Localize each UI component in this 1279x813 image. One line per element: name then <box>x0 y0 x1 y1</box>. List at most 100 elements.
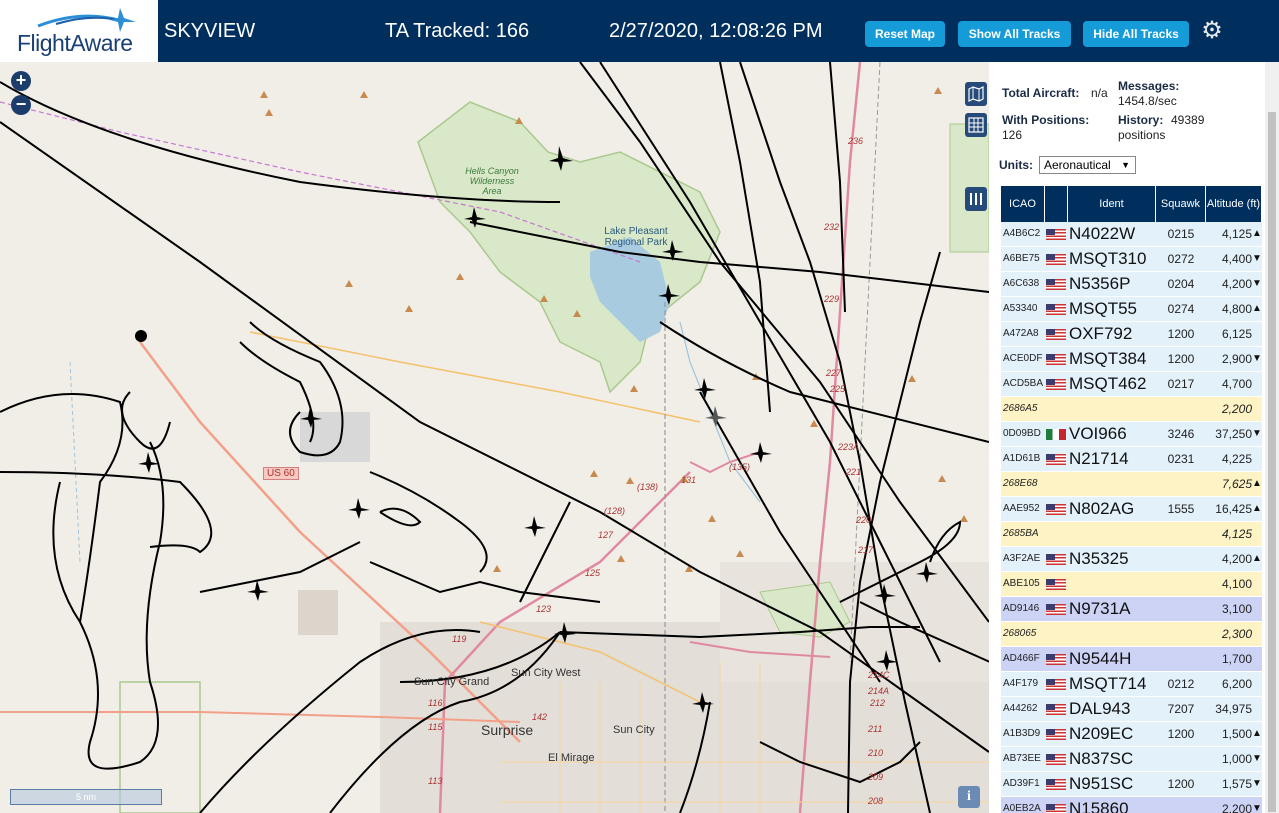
icao-cell: AB73EE <box>1003 753 1041 764</box>
table-row[interactable]: A53340 MSQT55 0274 4,800 ▲ <box>1001 297 1262 322</box>
country-flag-icon <box>1046 379 1066 390</box>
route-138-label: (138) <box>637 482 659 492</box>
flightaware-logo[interactable]: FlightAware <box>0 0 158 62</box>
ident-cell: N802AG <box>1069 499 1135 518</box>
squawk-cell: 0215 <box>1167 227 1195 241</box>
table-row[interactable]: A6C638 N5356P 0204 4,200 ▼ <box>1001 272 1262 297</box>
icao-cell: 268E68 <box>1003 478 1038 489</box>
table-row[interactable]: AD466F N9544H 1,700 <box>1001 647 1262 672</box>
table-row[interactable]: ABE105 4,100 <box>1001 572 1262 597</box>
column-toggle-icon[interactable] <box>965 187 987 211</box>
route-211-label: 211 <box>868 724 883 734</box>
app-title: SKYVIEW <box>164 20 256 42</box>
hide-all-tracks-button[interactable]: Hide All Tracks <box>1083 21 1189 47</box>
table-row[interactable]: A0EB2A N15860 2,200 ▼ <box>1001 797 1262 813</box>
units-select[interactable]: Aeronautical ▼ <box>1039 156 1136 174</box>
altitude-trend-icon: ▼ <box>1252 253 1262 264</box>
table-row[interactable]: ACE0DF MSQT384 1200 2,900 ▼ <box>1001 347 1262 372</box>
table-row[interactable]: A4F179 MSQT714 0212 6,200 <box>1001 672 1262 697</box>
gear-icon[interactable]: ⚙ <box>1199 18 1225 44</box>
map-layer-icon[interactable] <box>965 82 987 106</box>
table-row[interactable]: 268E68 7,625 ▲ <box>1001 472 1262 497</box>
route-127-label: 127 <box>598 530 614 540</box>
ident-cell: N9731A <box>1069 599 1131 618</box>
zoom-in-button[interactable]: + <box>11 71 31 91</box>
squawk-cell: 0212 <box>1167 677 1195 691</box>
show-all-tracks-button[interactable]: Show All Tracks <box>958 21 1071 47</box>
icao-cell: 0D09BD <box>1003 428 1041 439</box>
scrollbar-thumb[interactable] <box>1268 112 1276 812</box>
country-flag-icon <box>1046 629 1066 640</box>
table-row[interactable]: AD9146 N9731A 3,100 <box>1001 597 1262 622</box>
route-220-label: 220 <box>856 515 872 525</box>
icao-cell: A6BE75 <box>1003 253 1040 264</box>
ident-cell: N21714 <box>1069 449 1129 468</box>
squawk-cell <box>1156 797 1206 813</box>
sun-city-grand-label: Sun City Grand <box>414 676 490 688</box>
column-header-altitude[interactable]: Altitude (ft) <box>1206 186 1262 222</box>
icao-cell: A1B3D9 <box>1003 728 1041 739</box>
country-flag-icon <box>1046 454 1066 465</box>
panel-scrollbar[interactable] <box>1265 62 1279 813</box>
altitude-trend-icon: ▼ <box>1252 778 1262 789</box>
column-header-ident[interactable]: Ident <box>1068 186 1156 222</box>
table-row[interactable]: ACD5BA MSQT462 0217 4,700 <box>1001 372 1262 397</box>
ident-cell <box>1069 622 1155 646</box>
column-header-flag[interactable] <box>1045 186 1068 222</box>
squawk-cell: 0217 <box>1167 377 1195 391</box>
table-row[interactable]: A3F2AE N35325 4,200 ▲ <box>1001 547 1262 572</box>
squawk-cell <box>1156 397 1206 421</box>
table-row[interactable]: 2685BA 4,125 <box>1001 522 1262 547</box>
country-flag-icon <box>1046 254 1066 265</box>
country-flag-icon <box>1046 579 1066 590</box>
table-row[interactable]: AD39F1 N951SC 1200 1,575 ▼ <box>1001 772 1262 797</box>
table-row[interactable]: A6BE75 MSQT310 0272 4,400 ▼ <box>1001 247 1262 272</box>
info-icon[interactable]: i <box>958 786 980 808</box>
table-row[interactable]: A4B6C2 N4022W 0215 4,125 ▲ <box>1001 222 1262 247</box>
zoom-out-button[interactable]: − <box>11 95 31 115</box>
column-header-squawk[interactable]: Squawk <box>1156 186 1206 222</box>
history-value: 49389 <box>1171 113 1205 127</box>
total-aircraft-value: n/a <box>1091 86 1108 100</box>
country-flag-icon <box>1046 654 1066 665</box>
altitude-trend-icon: ▲ <box>1252 303 1262 314</box>
column-header-icao[interactable]: ICAO <box>1001 186 1045 222</box>
route-236-label: 236 <box>848 136 864 146</box>
route-119-label: 119 <box>452 634 467 644</box>
table-row[interactable]: 2686A5 2,200 <box>1001 397 1262 422</box>
table-row[interactable]: A472A8 OXF792 1200 6,125 <box>1001 322 1262 347</box>
table-row[interactable]: 0D09BD VOI966 3246 37,250 ▼ <box>1001 422 1262 447</box>
reset-map-button[interactable]: Reset Map <box>865 21 945 47</box>
route-116-label: 116 <box>428 698 443 708</box>
table-row[interactable]: AAE952 N802AG 1555 16,425 ▲ <box>1001 497 1262 522</box>
icao-cell: A53340 <box>1003 303 1038 314</box>
table-row[interactable]: AB73EE N837SC 1,000 ▼ <box>1001 747 1262 772</box>
ident-cell: N4022W <box>1069 224 1136 243</box>
squawk-cell <box>1156 597 1206 621</box>
icao-cell: A6C638 <box>1003 278 1040 289</box>
route-135-label: (135) <box>729 462 751 472</box>
country-flag-icon <box>1046 329 1066 340</box>
altitude-trend-icon: ▼ <box>1252 353 1262 364</box>
route-142-label: 142 <box>532 712 548 722</box>
altitude-trend-icon <box>1252 447 1262 471</box>
country-flag-icon <box>1046 804 1066 813</box>
table-row[interactable]: 268065 2,300 <box>1001 622 1262 647</box>
table-row[interactable]: A1B3D9 N209EC 1200 1,500 ▲ <box>1001 722 1262 747</box>
map-view[interactable]: Hells Canyon Wilderness Area Lake Pleasa… <box>0 62 989 813</box>
icao-cell: ABE105 <box>1003 578 1040 589</box>
icao-cell: A1D61B <box>1003 453 1041 464</box>
squawk-cell <box>1156 572 1206 596</box>
surprise-label: Surprise <box>481 722 534 738</box>
ident-cell: N35325 <box>1069 549 1129 568</box>
grid-icon[interactable] <box>965 113 987 137</box>
squawk-cell: 1200 <box>1167 327 1195 341</box>
table-row[interactable]: A1D61B N21714 0231 4,225 <box>1001 447 1262 472</box>
ident-cell: N9544H <box>1069 649 1132 668</box>
table-row[interactable]: A44262 DAL943 7207 34,975 <box>1001 697 1262 722</box>
icao-cell: ACE0DF <box>1003 353 1043 364</box>
ident-cell: VOI966 <box>1069 424 1127 443</box>
altitude-trend-icon: ▼ <box>1252 753 1262 764</box>
us60-shield: US 60 <box>263 467 299 480</box>
ident-cell: MSQT55 <box>1069 299 1138 318</box>
